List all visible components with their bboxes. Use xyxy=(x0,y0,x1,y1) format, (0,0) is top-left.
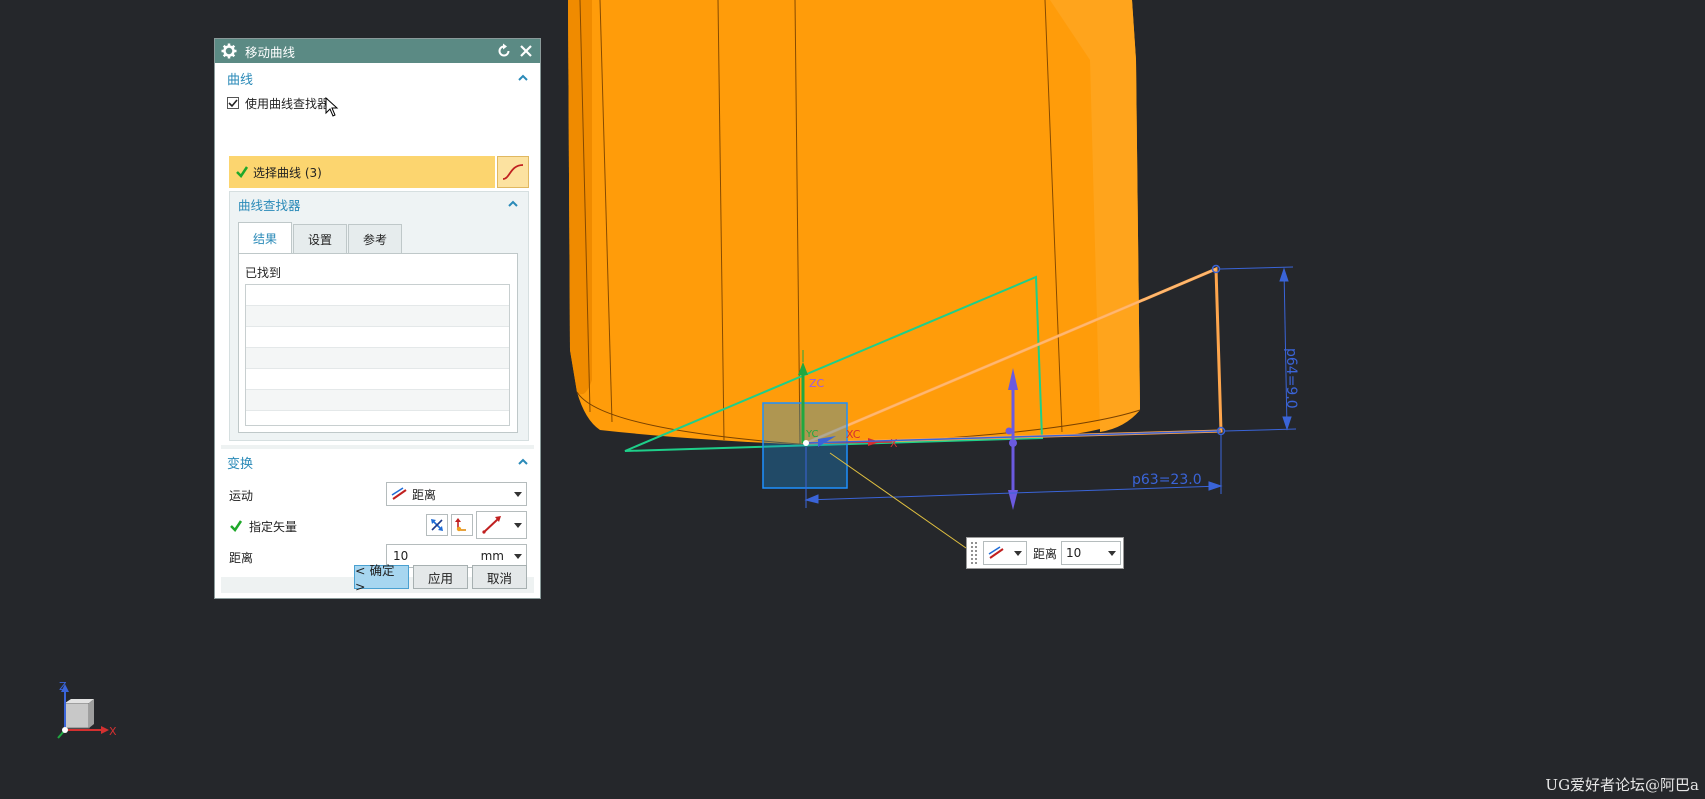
solid-body[interactable] xyxy=(568,0,1141,446)
dropdown-arrow-icon xyxy=(514,523,522,528)
check-icon xyxy=(230,520,243,532)
select-curve-label: 选择曲线 (3) xyxy=(253,165,322,180)
chevron-up-icon[interactable] xyxy=(506,197,520,211)
motion-label: 运动 xyxy=(229,489,254,503)
vector-constructor-icon xyxy=(455,518,466,532)
spline-curve-icon xyxy=(502,164,524,180)
vector-label: 指定矢量 xyxy=(249,520,298,534)
vertex-point[interactable] xyxy=(803,440,809,446)
found-label: 已找到 xyxy=(245,266,282,280)
onscreen-distance-value: 10 xyxy=(1066,546,1082,560)
drag-handle-icon[interactable] xyxy=(970,541,978,565)
list-item[interactable] xyxy=(246,306,509,327)
use-finder-checkbox[interactable] xyxy=(227,97,239,109)
x-label: X xyxy=(890,437,898,450)
apply-button[interactable]: 应用 xyxy=(413,565,468,589)
cancel-button[interactable]: 取消 xyxy=(472,565,527,589)
dialog-title: 移动曲线 xyxy=(245,44,296,60)
curve-select-button[interactable] xyxy=(497,156,529,188)
select-curve-field[interactable]: 选择曲线 (3) xyxy=(229,156,495,188)
watermark-text: UG爱好者论坛@阿巴a xyxy=(1545,776,1699,794)
list-item[interactable] xyxy=(246,390,509,411)
move-curve-dialog: 移动曲线 曲线 使用曲线查找器 选择曲线 (3) 曲线查找器 结果 设置 参考 … xyxy=(214,38,541,599)
vector-type-dropdown[interactable] xyxy=(476,511,527,539)
found-list[interactable] xyxy=(245,284,510,426)
yc-label: YC xyxy=(805,429,819,440)
chevron-up-icon[interactable] xyxy=(516,71,530,85)
transform-group-header[interactable]: 变换 xyxy=(215,449,540,475)
tab-results[interactable]: 结果 xyxy=(238,222,293,253)
onscreen-motion-dropdown[interactable] xyxy=(983,541,1027,565)
transform-group-title: 变换 xyxy=(227,456,254,472)
curve-group-header[interactable]: 曲线 xyxy=(215,65,540,91)
results-panel: 已找到 xyxy=(238,253,518,433)
dropdown-arrow-icon xyxy=(1108,551,1117,556)
use-finder-row[interactable]: 使用曲线查找器 xyxy=(215,91,540,117)
select-curve-row[interactable]: 选择曲线 (3) xyxy=(229,156,529,188)
list-item[interactable] xyxy=(246,348,509,369)
use-finder-label: 使用曲线查找器 xyxy=(245,96,330,111)
finder-tabs: 结果 设置 参考 xyxy=(238,222,403,253)
onscreen-distance-field[interactable]: 10 xyxy=(1061,541,1122,565)
chevron-up-icon[interactable] xyxy=(516,455,530,469)
distance-motion-icon xyxy=(391,487,407,500)
distance-motion-icon xyxy=(988,546,1004,559)
dropdown-arrow-icon xyxy=(514,492,522,497)
reverse-direction-icon xyxy=(431,519,443,531)
onscreen-distance-input[interactable]: 距离 10 xyxy=(966,537,1124,569)
curve-finder-title: 曲线查找器 xyxy=(238,197,301,213)
transform-group: 变换 xyxy=(215,449,540,475)
xc-label: XC xyxy=(846,428,861,441)
motion-dropdown[interactable]: 距离 xyxy=(386,482,527,506)
motion-value: 距离 xyxy=(412,487,437,502)
gear-icon xyxy=(221,43,237,59)
tab-settings[interactable]: 设置 xyxy=(293,224,348,253)
list-item[interactable] xyxy=(246,285,509,306)
dropdown-arrow-icon xyxy=(1014,551,1022,556)
list-item[interactable] xyxy=(246,369,509,390)
dialog-titlebar[interactable]: 移动曲线 xyxy=(215,39,540,63)
onscreen-distance-label: 距离 xyxy=(1033,546,1058,561)
triad-z-label: Z xyxy=(59,680,67,693)
list-item[interactable] xyxy=(246,411,509,425)
dimension-width-label[interactable]: p63=23.0 xyxy=(1132,472,1202,488)
distance-unit[interactable]: mm xyxy=(481,549,504,563)
distance-label: 距离 xyxy=(229,551,254,565)
curve-group-title: 曲线 xyxy=(227,72,254,88)
ok-button[interactable]: < 确定 > xyxy=(354,563,409,594)
leader-line xyxy=(829,452,967,549)
curve-finder-header[interactable]: 曲线查找器 xyxy=(230,192,528,216)
vector-dialog-button[interactable] xyxy=(451,514,473,536)
mouse-cursor-icon xyxy=(325,97,339,117)
tab-reference[interactable]: 参考 xyxy=(348,224,403,253)
curve-finder-panel: 曲线查找器 结果 设置 参考 已找到 xyxy=(229,191,529,441)
list-item[interactable] xyxy=(246,327,509,348)
dimension-height-label[interactable]: p64=9.0 xyxy=(1283,348,1299,409)
close-icon[interactable] xyxy=(518,43,534,59)
reset-icon[interactable] xyxy=(496,43,512,59)
triad-x-label: X xyxy=(109,725,117,738)
vector-direction-icon xyxy=(482,516,501,534)
zc-label: ZC xyxy=(809,377,825,390)
check-icon xyxy=(236,166,249,178)
reverse-direction-button[interactable] xyxy=(426,514,448,536)
dropdown-arrow-icon xyxy=(514,554,522,559)
